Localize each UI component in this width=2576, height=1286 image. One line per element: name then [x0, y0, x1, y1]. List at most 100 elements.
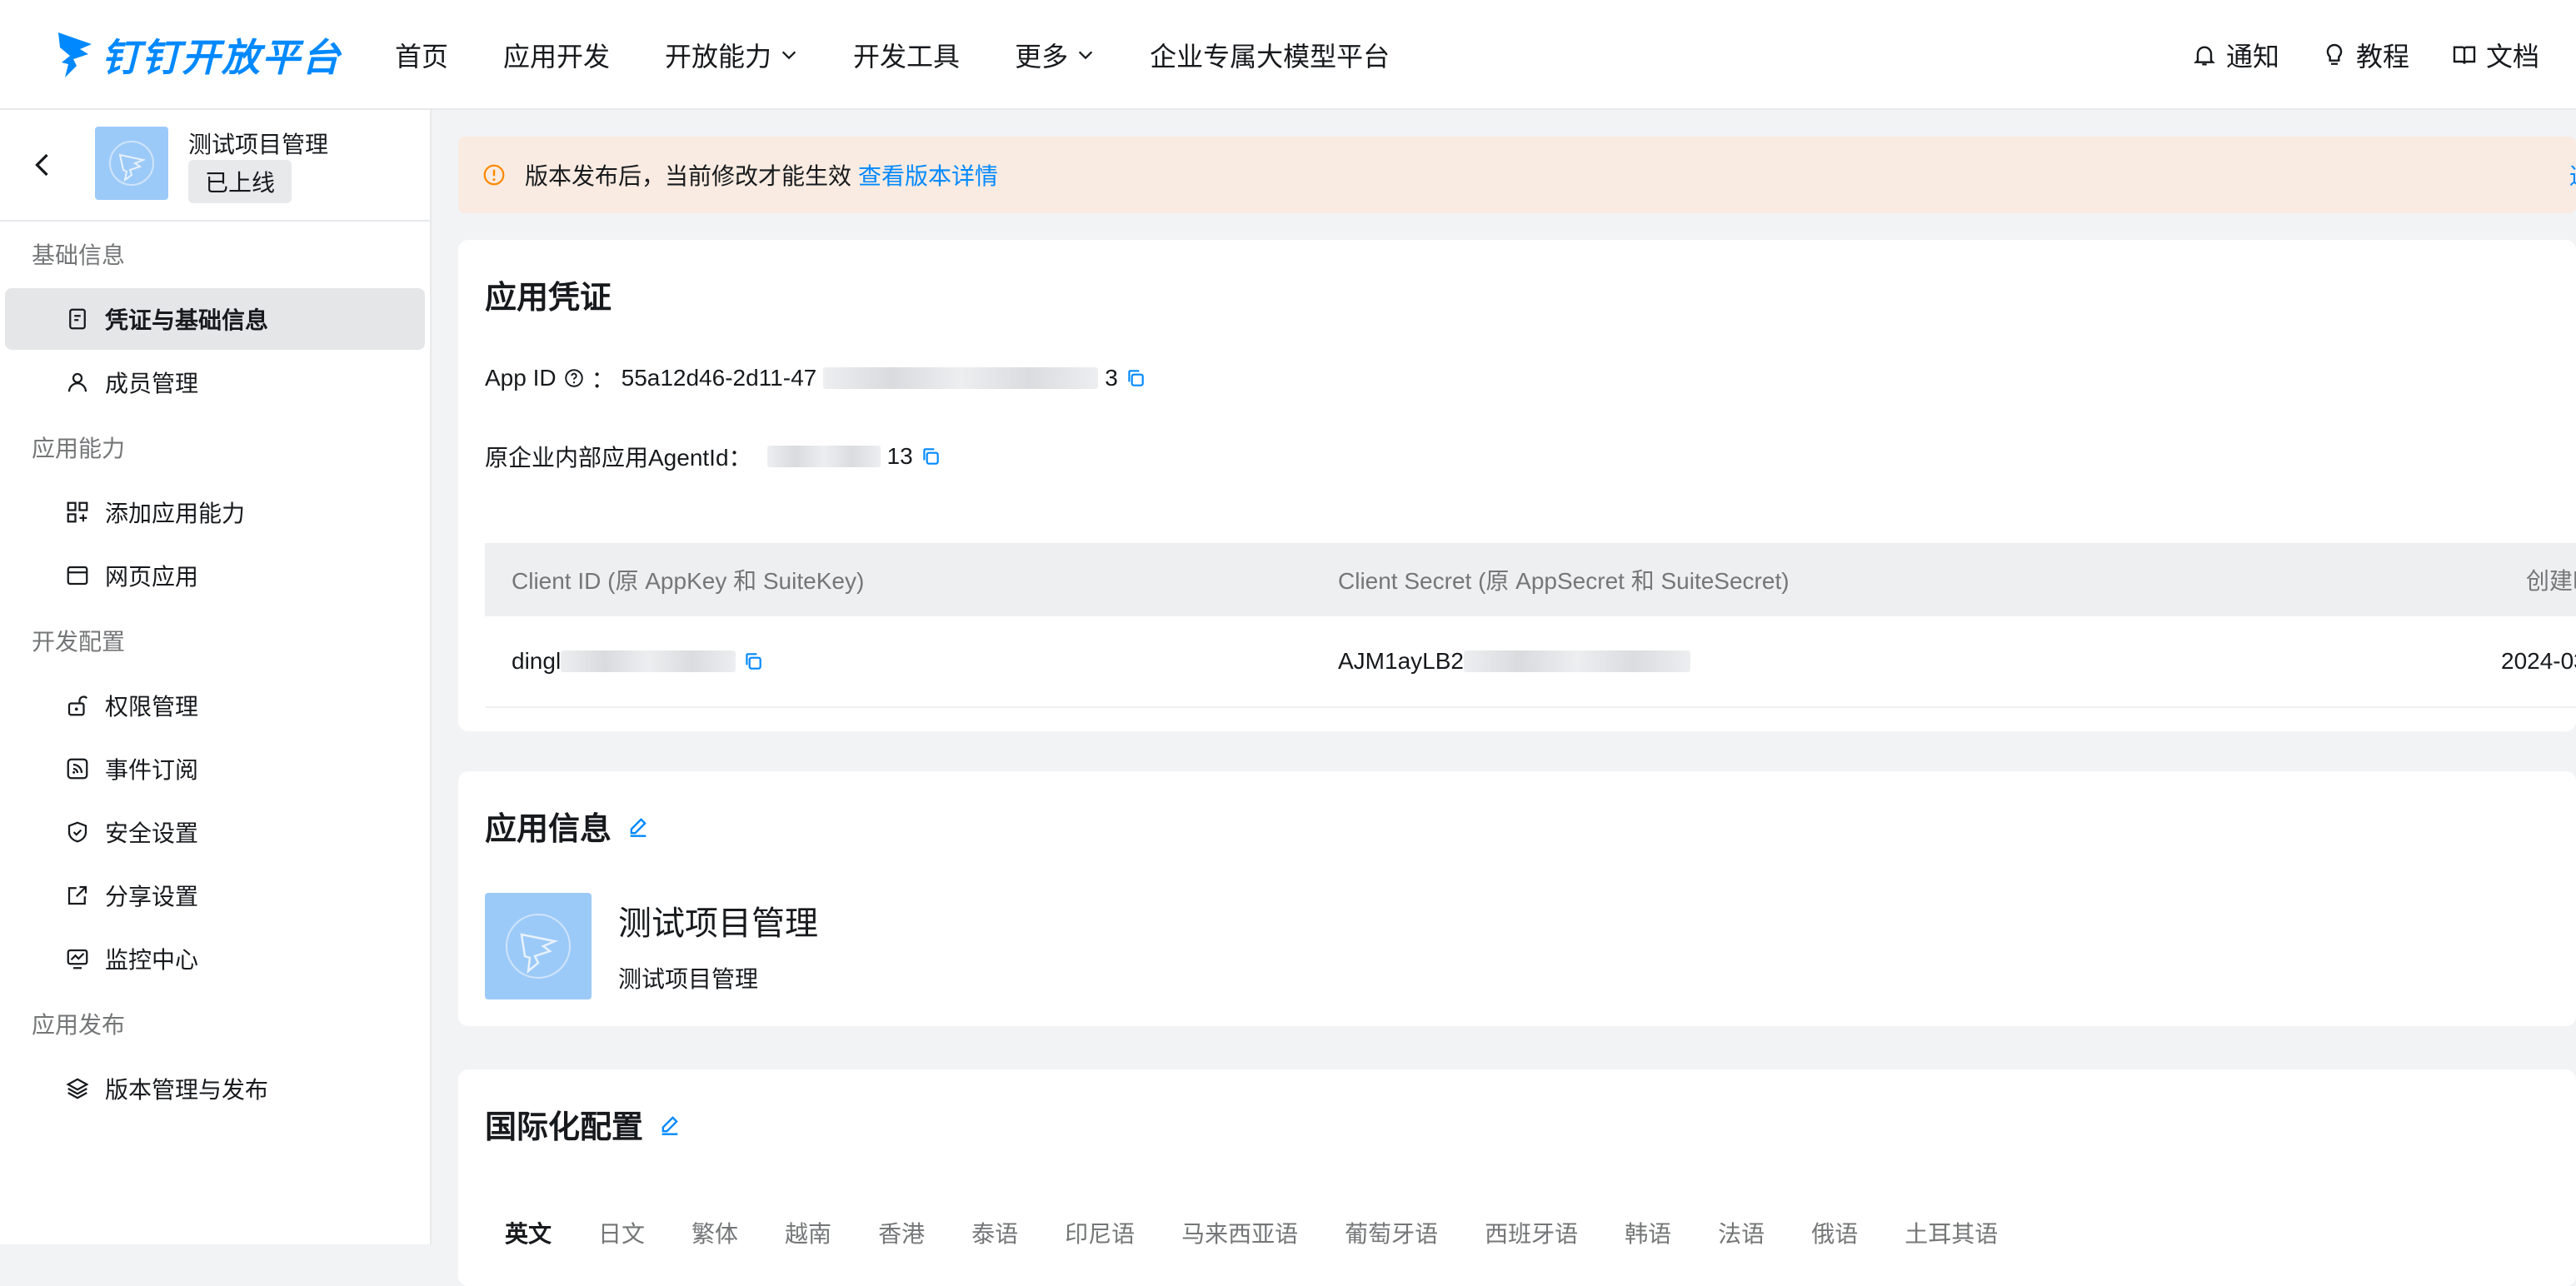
- section-title: 应用发布: [32, 1012, 126, 1038]
- docs-button[interactable]: 文档: [2451, 36, 2539, 74]
- nav-home[interactable]: 首页: [395, 36, 448, 74]
- sidebar-item-label: 分享设置: [105, 884, 199, 910]
- tab-spanish[interactable]: 西班牙语: [1485, 1216, 1578, 1249]
- nav-more[interactable]: 更多: [1015, 36, 1095, 74]
- layers-icon: [66, 1078, 89, 1099]
- created-time-cell: 2024-03: [2501, 648, 2576, 674]
- brand-name: 钉钉开放平台: [102, 36, 342, 79]
- tab-japanese[interactable]: 日文: [598, 1216, 645, 1249]
- notice-right-link[interactable]: 返: [2569, 158, 2576, 192]
- edit-icon[interactable]: [627, 815, 650, 838]
- app-icon: [485, 893, 592, 999]
- brand-logo[interactable]: 钉钉开放平台: [55, 22, 342, 88]
- notifications-button[interactable]: 通知: [2191, 36, 2279, 74]
- copy-icon[interactable]: [742, 650, 764, 672]
- edit-icon[interactable]: [658, 1113, 681, 1136]
- top-bar: 钉钉开放平台 首页 应用开发 开放能力 开发工具 更多 企业专属大模型平台 通知…: [0, 0, 2576, 110]
- monitor-icon: [67, 949, 88, 969]
- nav-more-label: 更多: [1015, 42, 1069, 72]
- nav-app-dev-label: 应用开发: [503, 42, 611, 72]
- sidebar-item-security[interactable]: 安全设置: [5, 801, 425, 863]
- sidebar-item-events[interactable]: 事件订阅: [5, 738, 425, 800]
- app-info-card: 应用信息 测试项目管理 测试项目管理: [458, 771, 2576, 1026]
- sidebar-item-label: 凭证与基础信息: [105, 307, 269, 333]
- sidebar-item-monitor[interactable]: 监控中心: [5, 928, 425, 989]
- sidebar-item-share[interactable]: 分享设置: [5, 865, 425, 926]
- browser-icon: [67, 566, 88, 586]
- agent-id-label: 原企业内部应用AgentId：: [485, 445, 752, 471]
- client-id-cell: dingl: [512, 648, 764, 675]
- app-header: 测试项目管理 已上线: [0, 110, 430, 222]
- app-info-name: 测试项目管理: [618, 905, 818, 942]
- credential-icon: [69, 308, 86, 330]
- tab-vietnamese[interactable]: 越南: [785, 1216, 831, 1249]
- sidebar-item-members[interactable]: 成员管理: [5, 351, 425, 413]
- app-logo-icon: [506, 914, 571, 979]
- tab-russian[interactable]: 俄语: [1811, 1216, 1858, 1249]
- tab-traditional[interactable]: 繁体: [691, 1216, 738, 1249]
- sidebar-item-label: 成员管理: [105, 371, 199, 396]
- sidebar-item-credentials[interactable]: 凭证与基础信息: [5, 288, 425, 350]
- nav-enterprise-llm[interactable]: 企业专属大模型平台: [1150, 36, 1390, 74]
- app-logo-icon: [109, 141, 154, 186]
- docs-label: 文档: [2485, 42, 2539, 72]
- sidebar-item-label: 网页应用: [105, 564, 199, 590]
- notifications-label: 通知: [2225, 42, 2279, 72]
- sidebar-item-permissions[interactable]: 权限管理: [5, 675, 425, 736]
- chevron-left-icon[interactable]: [28, 150, 58, 180]
- nav-app-dev[interactable]: 应用开发: [503, 36, 610, 74]
- top-right-actions: 通知 教程 文档: [2191, 0, 2539, 110]
- agent-id-row: 原企业内部应用AgentId： 13: [485, 440, 941, 473]
- grid-add-icon: [67, 501, 88, 523]
- tab-portuguese[interactable]: 葡萄牙语: [1345, 1216, 1438, 1249]
- view-version-details-link[interactable]: 查看版本详情: [858, 158, 998, 192]
- client-id-value: dingl: [512, 648, 562, 674]
- nav-dev-tools[interactable]: 开发工具: [853, 36, 960, 74]
- notice-text: 版本发布后，当前修改才能生效: [525, 163, 852, 189]
- tab-malay[interactable]: 马来西亚语: [1181, 1216, 1298, 1249]
- nav-open-capability[interactable]: 开放能力: [665, 36, 798, 74]
- column-header: Client ID (原 AppKey 和 SuiteKey): [512, 568, 865, 594]
- i18n-card: 国际化配置 英文 日文 繁体 越南 香港 泰语 印尼语 马来西亚语 葡萄牙语 西…: [458, 1069, 2576, 1286]
- sidebar-item-label: 监控中心: [105, 947, 199, 973]
- masked-value: [823, 367, 1099, 389]
- tab-english[interactable]: 英文: [505, 1216, 552, 1249]
- card-title-row: 国际化配置: [485, 1101, 681, 1147]
- lock-icon: [67, 695, 88, 716]
- sidebar-item-web-app[interactable]: 网页应用: [5, 545, 425, 606]
- nav-enterprise-llm-label: 企业专属大模型平台: [1150, 42, 1390, 72]
- agent-id-suffix: 13: [886, 443, 913, 469]
- tab-turkish[interactable]: 土耳其语: [1905, 1216, 1998, 1249]
- sidebar-item-versions[interactable]: 版本管理与发布: [5, 1058, 425, 1119]
- nav-home-label: 首页: [395, 42, 449, 72]
- user-icon: [67, 372, 87, 392]
- sidebar-item-label: 权限管理: [105, 694, 199, 720]
- card-title-row: 应用信息: [485, 803, 650, 849]
- app-id-row: App ID ： 55a12d46-2d11-47 3: [485, 361, 1146, 395]
- copy-icon[interactable]: [1125, 367, 1146, 389]
- main-content: 版本发布后，当前修改才能生效 查看版本详情 返 应用凭证 App ID ： 55…: [458, 137, 2576, 1286]
- help-icon[interactable]: [563, 367, 585, 389]
- tutorials-button[interactable]: 教程: [2321, 36, 2409, 74]
- sidebar-item-add-capability[interactable]: 添加应用能力: [5, 481, 425, 543]
- table-header: Client ID (原 AppKey 和 SuiteKey) Client S…: [485, 543, 2576, 616]
- card-title: 国际化配置: [485, 1110, 644, 1145]
- tab-indonesian[interactable]: 印尼语: [1065, 1216, 1135, 1249]
- section-title: 应用能力: [32, 436, 126, 461]
- app-id-label: App ID: [485, 365, 557, 391]
- status-badge: 已上线: [188, 160, 292, 203]
- credentials-table: Client ID (原 AppKey 和 SuiteKey) Client S…: [485, 543, 2576, 708]
- nav-dev-tools-label: 开发工具: [853, 42, 961, 72]
- app-id-separator: ：: [591, 366, 615, 392]
- tab-hongkong[interactable]: 香港: [878, 1216, 925, 1249]
- column-header: 创建时间: [2526, 568, 2576, 594]
- tab-french[interactable]: 法语: [1718, 1216, 1765, 1249]
- tab-thai[interactable]: 泰语: [971, 1216, 1018, 1249]
- copy-icon[interactable]: [920, 446, 941, 467]
- app-info-desc: 测试项目管理: [618, 966, 759, 992]
- notice-banner: 版本发布后，当前修改才能生效 查看版本详情 返: [458, 137, 2576, 213]
- shield-icon: [67, 821, 87, 843]
- masked-value: [766, 446, 881, 467]
- tab-korean[interactable]: 韩语: [1625, 1216, 1671, 1249]
- sidebar-item-label: 事件订阅: [105, 757, 199, 783]
